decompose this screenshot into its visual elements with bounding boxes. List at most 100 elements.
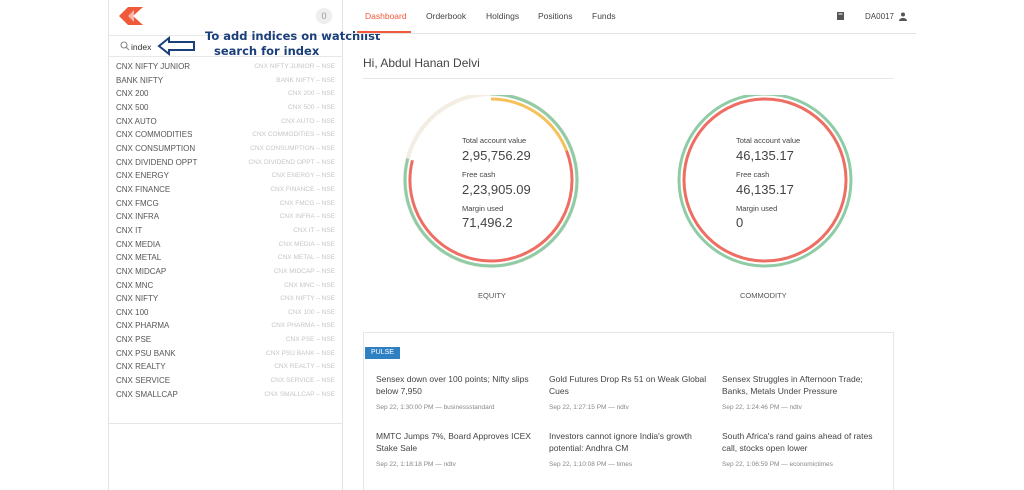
result-exchange: CNX NIFTY JUNIOR – NSE xyxy=(254,63,335,70)
search-result-row[interactable]: CNX ENERGY CNX ENERGY – NSE xyxy=(109,170,342,184)
right-margin xyxy=(916,0,1024,490)
news-title[interactable]: Gold Futures Drop Rs 51 on Weak Global C… xyxy=(549,373,709,397)
result-exchange: CNX 100 – NSE xyxy=(288,308,335,316)
equity-caption: EQUITY xyxy=(478,291,506,300)
news-item[interactable]: Investors cannot ignore India's growth p… xyxy=(549,430,709,468)
book-icon[interactable] xyxy=(836,11,845,21)
tab-holdings[interactable]: Holdings xyxy=(486,11,519,21)
result-exchange: CNX DIVIDEND OPPT – NSE xyxy=(248,158,335,166)
result-name: CNX MIDCAP xyxy=(116,266,167,276)
kite-logo[interactable] xyxy=(119,7,143,25)
tab-dashboard[interactable]: Dashboard xyxy=(365,11,407,21)
search-result-row[interactable]: CNX FMCG CNX FMCG – NSE xyxy=(109,198,342,212)
search-result-row[interactable]: BANK NIFTY BANK NIFTY – NSE xyxy=(109,75,342,89)
commodity-free-label: Free cash xyxy=(736,170,770,179)
news-title[interactable]: MMTC Jumps 7%, Board Approves ICEX Stake… xyxy=(376,430,536,454)
search-result-row[interactable]: CNX SMALLCAP CNX SMALLCAP – NSE xyxy=(109,389,342,403)
commodity-free-cash-ring xyxy=(682,97,848,263)
result-exchange: CNX IT – NSE xyxy=(293,226,335,234)
search-result-row[interactable]: CNX DIVIDEND OPPT CNX DIVIDEND OPPT – NSE xyxy=(109,157,342,171)
news-item[interactable]: South Africa's rand gains ahead of rates… xyxy=(722,430,887,468)
result-exchange: CNX PHARMA – NSE xyxy=(271,322,335,330)
result-name: CNX PSU BANK xyxy=(116,348,176,358)
search-result-row[interactable]: CNX CONSUMPTION CNX CONSUMPTION – NSE xyxy=(109,143,342,157)
left-margin xyxy=(0,0,108,490)
search-result-row[interactable]: CNX REALTY CNX REALTY – NSE xyxy=(109,361,342,375)
result-name: CNX 500 xyxy=(116,102,149,112)
tab-positions[interactable]: Positions xyxy=(538,11,573,21)
result-name: CNX 200 xyxy=(116,89,149,99)
result-exchange: BANK NIFTY – NSE xyxy=(276,76,335,84)
commodity-donut-chart: Total account value 46,135.17 Free cash … xyxy=(675,95,855,275)
news-title[interactable]: Sensex Struggles in Afternoon Trade; Ban… xyxy=(722,373,887,397)
result-name: CNX AUTO xyxy=(116,116,157,126)
result-exchange: CNX AUTO – NSE xyxy=(281,117,335,125)
commodity-caption: COMMODITY xyxy=(740,291,787,300)
search-result-row[interactable]: CNX NIFTY CNX NIFTY – NSE xyxy=(109,293,342,307)
equity-donut-chart: Total account value 2,95,756.29 Free cas… xyxy=(401,95,581,275)
search-result-row[interactable]: CNX 200 CNX 200 – NSE xyxy=(109,88,342,102)
page: 0 CNX NIFTY JUNIOR CNX NIFTY JUNIOR – NSE… xyxy=(0,0,1024,490)
search-result-row[interactable]: CNX 500 CNX 500 – NSE xyxy=(109,102,342,116)
search-result-row[interactable]: CNX IT CNX IT – NSE xyxy=(109,225,342,239)
news-item[interactable]: Sensex Struggles in Afternoon Trade; Ban… xyxy=(722,373,887,411)
search-result-row[interactable]: CNX PSE CNX PSE – NSE xyxy=(109,334,342,348)
greeting: Hi, Abdul Hanan Delvi xyxy=(363,56,480,70)
result-name: CNX IT xyxy=(116,225,143,235)
search-result-row[interactable]: CNX PSU BANK CNX PSU BANK – NSE xyxy=(109,348,342,362)
result-name: CNX MNC xyxy=(116,280,154,290)
greeting-divider xyxy=(363,78,894,79)
search-result-row[interactable]: CNX MEDIA CNX MEDIA – NSE xyxy=(109,239,342,253)
commodity-total-label: Total account value xyxy=(736,136,801,145)
result-name: CNX COMMODITIES xyxy=(116,130,193,140)
result-name: CNX PHARMA xyxy=(116,321,170,331)
search-result-row[interactable]: CNX 100 CNX 100 – NSE xyxy=(109,307,342,321)
annotation-arrow-icon xyxy=(157,36,195,56)
result-name: CNX REALTY xyxy=(116,362,166,372)
result-name: CNX METAL xyxy=(116,253,162,263)
news-item[interactable]: Sensex down over 100 points; Nifty slips… xyxy=(376,373,536,411)
tab-funds[interactable]: Funds xyxy=(592,11,616,21)
news-meta: Sep 22, 1:30:00 PM — businessstandard xyxy=(376,404,495,411)
commodity-total-ring xyxy=(677,95,853,268)
result-exchange: CNX SERVICE – NSE xyxy=(270,377,335,385)
user-icon[interactable] xyxy=(899,12,907,21)
news-item[interactable]: MMTC Jumps 7%, Board Approves ICEX Stake… xyxy=(376,430,536,468)
equity-free-value: 2,23,905.09 xyxy=(462,182,531,197)
search-result-row[interactable]: CNX INFRA CNX INFRA – NSE xyxy=(109,211,342,225)
equity-free-label: Free cash xyxy=(462,170,496,179)
result-exchange: CNX MIDCAP – NSE xyxy=(273,267,335,275)
commodity-total-value: 46,135.17 xyxy=(736,148,794,163)
search-result-row[interactable]: CNX MIDCAP CNX MIDCAP – NSE xyxy=(109,266,342,280)
result-name: CNX FMCG xyxy=(116,198,159,208)
tab-orderbook[interactable]: Orderbook xyxy=(426,11,466,21)
result-name: CNX 100 xyxy=(116,307,149,317)
result-exchange: CNX SMALLCAP – NSE xyxy=(264,390,335,398)
news-title[interactable]: Sensex down over 100 points; Nifty slips… xyxy=(376,373,536,397)
search-result-row[interactable]: CNX NIFTY JUNIOR CNX NIFTY JUNIOR – NSE xyxy=(109,61,342,75)
result-exchange: CNX FINANCE – NSE xyxy=(270,185,335,193)
search-results-list: CNX NIFTY JUNIOR CNX NIFTY JUNIOR – NSE BA… xyxy=(109,61,342,402)
result-exchange: CNX NIFTY – NSE xyxy=(280,295,335,303)
search-icon xyxy=(120,41,130,51)
result-name: CNX MEDIA xyxy=(116,239,161,249)
search-result-row[interactable]: CNX FINANCE CNX FINANCE – NSE xyxy=(109,184,342,198)
result-exchange: CNX CONSUMPTION – NSE xyxy=(250,144,335,152)
user-id[interactable]: DA0017 xyxy=(865,12,894,21)
result-exchange: CNX 500 – NSE xyxy=(288,103,335,111)
news-meta: Sep 22, 1:10:08 PM — times xyxy=(549,461,633,468)
result-exchange: CNX INFRA – NSE xyxy=(279,213,335,221)
result-exchange: CNX REALTY – NSE xyxy=(274,363,335,371)
news-item[interactable]: Gold Futures Drop Rs 51 on Weak Global C… xyxy=(549,373,709,411)
search-result-row[interactable]: CNX PHARMA CNX PHARMA – NSE xyxy=(109,320,342,334)
result-name: CNX NIFTY xyxy=(116,294,159,304)
search-result-row[interactable]: CNX SERVICE CNX SERVICE – NSE xyxy=(109,375,342,389)
search-result-row[interactable]: CNX AUTO CNX AUTO – NSE xyxy=(109,116,342,130)
commodity-margin-value: 0 xyxy=(736,215,744,230)
news-title[interactable]: Investors cannot ignore India's growth p… xyxy=(549,430,709,454)
result-exchange: CNX MNC – NSE xyxy=(284,281,335,289)
news-title[interactable]: South Africa's rand gains ahead of rates… xyxy=(722,430,887,454)
search-result-row[interactable]: CNX METAL CNX METAL – NSE xyxy=(109,252,342,266)
search-result-row[interactable]: CNX MNC CNX MNC – NSE xyxy=(109,280,342,294)
search-result-row[interactable]: CNX COMMODITIES CNX COMMODITIES – NSE xyxy=(109,129,342,143)
